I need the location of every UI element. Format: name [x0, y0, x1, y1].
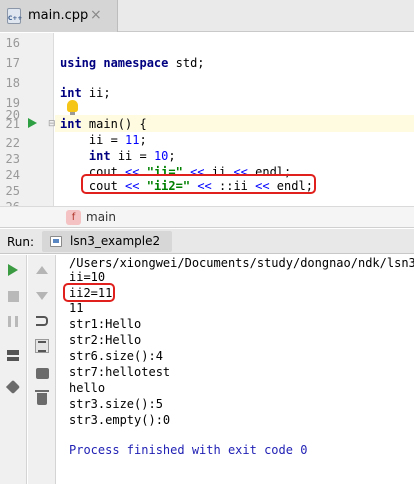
pause-icon — [8, 315, 18, 327]
scroll-down-button[interactable] — [33, 287, 51, 305]
output-line: hello — [69, 381, 106, 395]
soft-wrap-icon — [36, 316, 48, 326]
code-line: int ii = 10; — [88, 149, 176, 163]
run-config-icon — [50, 236, 62, 247]
output-line: str3.empty():0 — [69, 413, 171, 427]
output-line: str6.size():4 — [69, 349, 163, 363]
highlight-annotation — [81, 174, 316, 194]
pin-icon — [5, 379, 21, 395]
line-number: 25 — [5, 184, 20, 198]
rerun-button[interactable] — [4, 261, 22, 279]
code-line: int main() { — [60, 117, 147, 131]
code-editor[interactable]: 16 17 18 19 20 21 22 23 24 25 26 ⊟ using… — [0, 33, 414, 206]
run-tab[interactable]: lsn3_example2 — [42, 231, 172, 252]
stop-button[interactable] — [4, 287, 22, 305]
run-toolbar — [0, 255, 27, 484]
trash-icon — [35, 390, 49, 405]
output-line: 11 — [69, 301, 84, 315]
breadcrumb: f main — [0, 206, 414, 228]
run-label: Run: — [7, 235, 35, 249]
output-line: str7:hellotest — [69, 365, 171, 379]
line-number: 21 — [5, 117, 20, 131]
tab-main-cpp[interactable]: C++ main.cpp × — [0, 0, 118, 32]
code-line: using namespace std; — [60, 56, 205, 70]
breadcrumb-main[interactable]: main — [86, 210, 116, 224]
print-icon — [35, 367, 49, 379]
arrow-up-icon — [36, 266, 48, 274]
function-icon: f — [66, 210, 81, 225]
cpp-file-icon: C++ — [7, 8, 22, 24]
line-number: 22 — [5, 136, 20, 150]
clear-button[interactable] — [33, 390, 51, 408]
stop-icon — [7, 290, 19, 302]
layout-button[interactable] — [4, 346, 22, 364]
run-panel-header: Run: lsn3_example2 — [0, 229, 414, 254]
tab-label: main.cpp — [28, 8, 89, 23]
line-number: 18 — [5, 76, 20, 90]
scroll-to-end-icon — [35, 339, 49, 353]
output-line: str3.size():5 — [69, 397, 163, 411]
soft-wrap-button[interactable] — [33, 312, 51, 330]
process-exit-message: Process finished with exit code 0 — [69, 443, 308, 457]
output-line: /Users/xiongwei/Documents/study/dongnao/… — [69, 256, 414, 270]
layout-icon — [7, 349, 19, 361]
console-output[interactable]: /Users/xiongwei/Documents/study/dongnao/… — [57, 255, 414, 484]
output-line: str2:Hello — [69, 333, 142, 347]
arrow-down-icon — [36, 292, 48, 300]
line-gutter: 16 17 18 19 20 21 22 23 24 25 26 ⊟ — [0, 33, 56, 206]
line-number: 24 — [5, 168, 20, 182]
editor-tab-bar: C++ main.cpp × — [0, 0, 414, 32]
close-icon[interactable]: × — [90, 7, 102, 23]
console-toolbar — [28, 255, 56, 484]
output-line: ii=10 — [69, 270, 106, 284]
output-line: str1:Hello — [69, 317, 142, 331]
code-line: int ii; — [60, 86, 111, 100]
run-gutter-icon[interactable] — [28, 118, 37, 128]
run-tab-label: lsn3_example2 — [70, 234, 161, 248]
line-number: 23 — [5, 152, 20, 166]
scroll-up-button[interactable] — [33, 261, 51, 279]
print-button[interactable] — [33, 364, 51, 382]
play-icon — [8, 264, 18, 276]
pin-button[interactable] — [4, 378, 22, 396]
scroll-to-end-button[interactable] — [33, 337, 51, 355]
line-number: 16 — [5, 36, 20, 50]
line-number: 17 — [5, 56, 20, 70]
code-line: ii = 11; — [60, 133, 147, 147]
output-highlight-annotation — [63, 283, 115, 302]
pause-button[interactable] — [4, 312, 22, 330]
